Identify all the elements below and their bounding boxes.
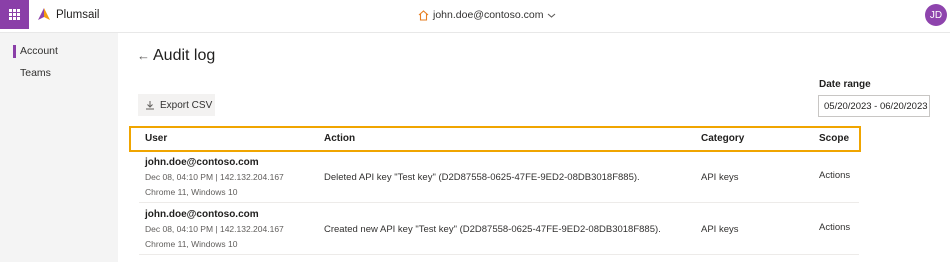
column-header-category: Category — [701, 133, 745, 144]
main-content: ← Audit log Date range 05/20/2023 - 06/2… — [119, 33, 950, 262]
row-scope: Actions — [819, 170, 851, 181]
top-bar: Plumsail john.doe@contoso.com JD — [0, 0, 950, 33]
row-action: Created new API key "Test key" (D2D87558… — [324, 224, 661, 235]
row-scope: Actions — [819, 222, 851, 233]
row-browser: Chrome 11, Windows 10 — [145, 187, 238, 197]
column-header-user: User — [145, 133, 168, 144]
column-header-action: Action — [324, 133, 356, 144]
column-header-scope: Scope — [819, 133, 850, 144]
back-arrow-icon[interactable]: ← — [137, 48, 150, 63]
export-csv-label: Export CSV — [160, 99, 213, 111]
table-header-highlight — [129, 126, 861, 152]
row-divider — [139, 254, 859, 255]
sidebar-item-account[interactable]: Account — [20, 45, 58, 57]
row-user-email: john.doe@contoso.com — [145, 209, 259, 220]
page-title: Audit log — [153, 47, 216, 64]
brand-name: Plumsail — [56, 9, 100, 21]
account-email: john.doe@contoso.com — [433, 9, 544, 21]
row-time-ip: Dec 08, 04:10 PM | 142.132.204.167 — [145, 224, 284, 234]
row-action: Deleted API key "Test key" (D2D87558-062… — [324, 172, 640, 183]
date-range-input[interactable]: 05/20/2023 - 06/20/2023 — [818, 95, 930, 117]
download-icon — [146, 101, 154, 110]
waffle-icon — [9, 9, 20, 20]
row-time-ip: Dec 08, 04:10 PM | 142.132.204.167 — [145, 172, 284, 182]
active-indicator — [13, 45, 16, 58]
account-switcher[interactable]: john.doe@contoso.com — [418, 9, 556, 21]
export-csv-button[interactable]: Export CSV — [138, 94, 215, 116]
row-category: API keys — [701, 172, 739, 183]
sidebar-item-teams[interactable]: Teams — [20, 67, 51, 79]
date-range-label: Date range — [819, 79, 871, 90]
avatar[interactable]: JD — [925, 4, 947, 26]
plumsail-logo-icon — [38, 8, 50, 20]
row-category: API keys — [701, 224, 739, 235]
row-divider — [139, 202, 859, 203]
home-icon — [418, 9, 429, 21]
chevron-down-icon — [548, 13, 556, 18]
row-browser: Chrome 11, Windows 10 — [145, 239, 238, 249]
row-user-email: john.doe@contoso.com — [145, 157, 259, 168]
app-launcher-button[interactable] — [0, 0, 29, 29]
sidebar: Account Teams — [0, 33, 118, 262]
